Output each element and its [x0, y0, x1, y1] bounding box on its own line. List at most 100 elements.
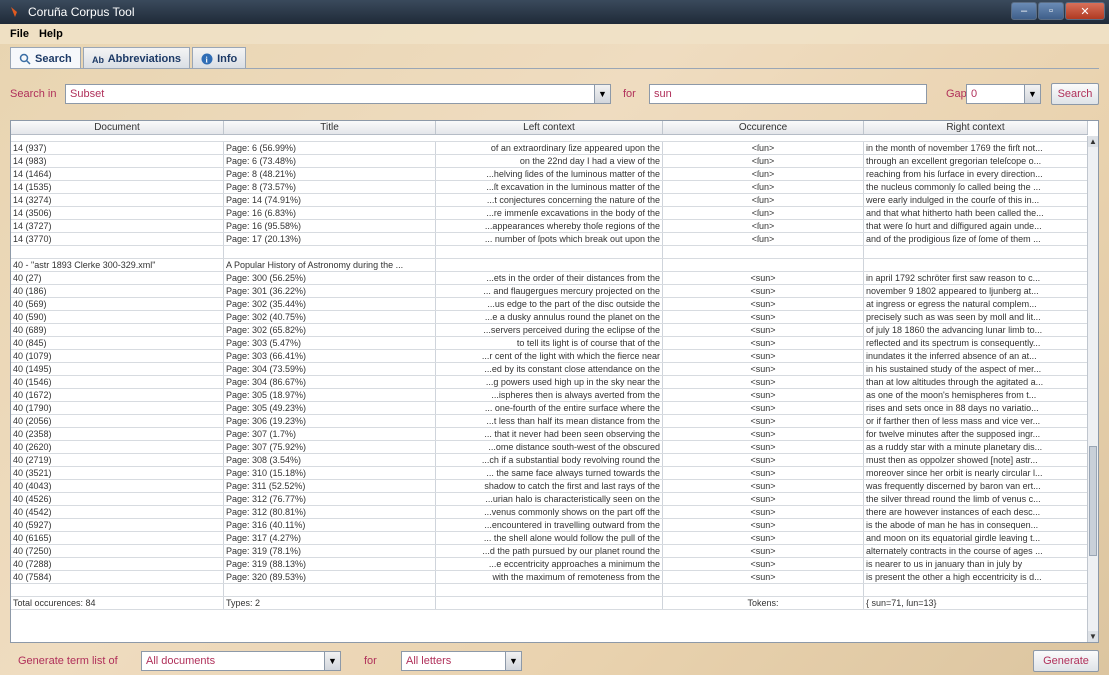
cell-title: Page: 319 (78.1%) [224, 545, 436, 557]
chevron-down-icon[interactable]: ▼ [1024, 85, 1040, 103]
scroll-down-icon[interactable]: ▼ [1088, 631, 1098, 642]
table-row[interactable]: 14 (1464) Page: 8 (48.21%) ...helving ſide… [11, 168, 1088, 181]
cell-document: 14 (937) [11, 142, 224, 154]
summary-row[interactable]: Total occurences: 84 Types: 2 Tokens:{ sun… [11, 597, 1088, 610]
tab-info[interactable]: i Info [192, 47, 247, 69]
cell-occurence: <sun> [663, 363, 864, 375]
search-in-select[interactable]: Subset ▼ [65, 84, 611, 104]
table-row[interactable]: 40 (569) Page: 302 (35.44%) ...us edge to … [11, 298, 1088, 311]
scrollbar-thumb[interactable] [1089, 446, 1097, 556]
cell-document: 14 (3770) [11, 233, 224, 245]
table-row[interactable]: 14 (3506) Page: 16 (6.83%) ...re immenſe e… [11, 207, 1088, 220]
cell-left-context: shadow to catch the first and last rays … [436, 480, 663, 492]
table-row[interactable]: 40 (1079) Page: 303 (66.41%) ...r cent of … [11, 350, 1088, 363]
column-header-title[interactable]: Title [224, 121, 436, 134]
cell-title: Page: 307 (75.92%) [224, 441, 436, 453]
table-row[interactable]: 40 (27) Page: 300 (56.25%) ...ets in the o… [11, 272, 1088, 285]
table-row[interactable]: 40 (4043) Page: 311 (52.52%) shadow to cat… [11, 480, 1088, 493]
cell-document: 40 (1495) [11, 363, 224, 375]
cell-left-context: ...e eccentricity approaches a minimum t… [436, 558, 663, 570]
cell-right-context: and that what hitherto hath been called … [864, 207, 1088, 219]
cell-document: 40 (569) [11, 298, 224, 310]
cell-document: 40 (1079) [11, 350, 224, 362]
maximize-button[interactable]: ▫ [1038, 2, 1064, 20]
column-header-occurence[interactable]: Occurence [663, 121, 864, 134]
search-term-input[interactable] [649, 84, 927, 104]
table-row[interactable] [11, 246, 1088, 259]
chevron-down-icon[interactable]: ▼ [505, 652, 521, 670]
menu-file[interactable]: File [10, 28, 29, 40]
table-row[interactable]: 14 (3727) Page: 16 (95.58%) ...appearances… [11, 220, 1088, 233]
cell-title: Page: 302 (65.82%) [224, 324, 436, 336]
column-header-document[interactable]: Document [11, 121, 224, 134]
cell-right-context: and of the prodigious ſize of ſome of th… [864, 233, 1088, 245]
cell-occurence: <sun> [663, 454, 864, 466]
table-row[interactable]: 40 (1790) Page: 305 (49.23%)... one-fourt… [11, 402, 1088, 415]
cell-document: 40 (7584) [11, 571, 224, 583]
search-in-value: Subset [70, 88, 105, 100]
gap-select[interactable]: 0 ▼ [966, 84, 1041, 104]
table-row[interactable]: 40 (1495) Page: 304 (73.59%) ...ed by its … [11, 363, 1088, 376]
table-row[interactable]: 40 (2620) Page: 307 (75.92%) ...ome distan… [11, 441, 1088, 454]
cell-occurence: <sun> [663, 558, 864, 570]
table-row[interactable]: 40 (3521) Page: 310 (15.18%)... the same … [11, 467, 1088, 480]
cell-document: 14 (3506) [11, 207, 224, 219]
cell-title: Page: 304 (73.59%) [224, 363, 436, 375]
table-row[interactable]: 40 (7250) Page: 319 (78.1%) ...d the path … [11, 545, 1088, 558]
cell-left-context [436, 259, 663, 271]
cell-document [11, 246, 224, 258]
tab-search[interactable]: Search [10, 47, 81, 69]
cell-right-context: at ingress or egress the natural complem… [864, 298, 1088, 310]
table-row[interactable]: 14 (983) Page: 6 (73.48%) on the 22nd day … [11, 155, 1088, 168]
table-row[interactable]: 40 (845) Page: 303 (5.47%) to tell its lig… [11, 337, 1088, 350]
table-row[interactable]: 14 (3274) Page: 14 (74.91%) ...t conjectur… [11, 194, 1088, 207]
table-row[interactable]: 40 (2719) Page: 308 (3.54%) ...ch if a sub… [11, 454, 1088, 467]
minimize-button[interactable]: – [1011, 2, 1037, 20]
term-list-row: Generate term list of All documents ▼ fo… [0, 650, 1109, 673]
cell-document: 40 (27) [11, 272, 224, 284]
chevron-down-icon[interactable]: ▼ [594, 85, 610, 103]
cell-document: 40 (1546) [11, 376, 224, 388]
cell-right-context: is nearer to us in january than in july … [864, 558, 1088, 570]
table-row[interactable]: 40 (5927) Page: 316 (40.11%) ...encountere… [11, 519, 1088, 532]
chevron-down-icon[interactable]: ▼ [324, 652, 340, 670]
table-row[interactable]: 40 - "astr 1893 Clerke 300-329.xml" A Pop… [11, 259, 1088, 272]
column-header-right-context[interactable]: Right context [864, 121, 1088, 134]
cell-document: 40 (6165) [11, 532, 224, 544]
table-row[interactable]: 14 (937) Page: 6 (56.99%) of an extraordin… [11, 142, 1088, 155]
table-row[interactable]: 40 (1546) Page: 304 (86.67%) ...g powers u… [11, 376, 1088, 389]
menu-help[interactable]: Help [39, 28, 63, 40]
table-row[interactable]: 40 (689) Page: 302 (65.82%) ...servers per… [11, 324, 1088, 337]
cell-right-context: or if farther then of less mass and vice… [864, 415, 1088, 427]
vertical-scrollbar[interactable]: ▲ ▼ [1087, 136, 1098, 642]
cell-occurence: <ſun> [663, 155, 864, 167]
tab-info-label: Info [217, 52, 238, 65]
table-row[interactable]: 40 (6165) Page: 317 (4.27%)... the shell … [11, 532, 1088, 545]
letters-select[interactable]: All letters ▼ [401, 651, 522, 671]
info-icon: i [201, 53, 213, 64]
table-row[interactable]: 40 (2358) Page: 307 (1.7%)... that it nev… [11, 428, 1088, 441]
table-row[interactable]: 40 (7288) Page: 319 (88.13%) ...e eccentri… [11, 558, 1088, 571]
table-row[interactable]: 40 (2056) Page: 306 (19.23%) ...t less tha… [11, 415, 1088, 428]
cell-document: 40 (845) [11, 337, 224, 349]
table-row[interactable]: 40 (186) Page: 301 (36.22%)... and flauge… [11, 285, 1088, 298]
termlist-for-label: for [364, 655, 377, 667]
generate-button[interactable]: Generate [1033, 650, 1099, 672]
table-row[interactable] [11, 584, 1088, 597]
table-row[interactable]: 40 (590) Page: 302 (40.75%) ...e a dusky a… [11, 311, 1088, 324]
close-button[interactable]: ✕ [1065, 2, 1105, 20]
tab-divider [10, 68, 1099, 69]
tab-abbreviations[interactable]: Ab Abbreviations [82, 47, 191, 69]
scroll-up-icon[interactable]: ▲ [1088, 136, 1098, 147]
table-row[interactable]: 40 (1672) Page: 305 (18.97%) ...ispheres t… [11, 389, 1088, 402]
column-header-left-context[interactable]: Left context [436, 121, 663, 134]
table-row[interactable]: 14 (3770) Page: 17 (20.13%)... number of … [11, 233, 1088, 246]
window-title: Coruña Corpus Tool [28, 5, 135, 19]
table-row[interactable]: 40 (4526) Page: 312 (76.77%) ...urian halo… [11, 493, 1088, 506]
table-row[interactable]: 14 (1535) Page: 8 (73.57%) ...ſt excavatio… [11, 181, 1088, 194]
table-row[interactable]: 40 (4542) Page: 312 (80.81%) ...venus comm… [11, 506, 1088, 519]
search-button[interactable]: Search [1051, 83, 1099, 105]
gap-value: 0 [971, 88, 978, 100]
documents-select[interactable]: All documents ▼ [141, 651, 341, 671]
table-row[interactable]: 40 (7584) Page: 320 (89.53%) with the maxi… [11, 571, 1088, 584]
